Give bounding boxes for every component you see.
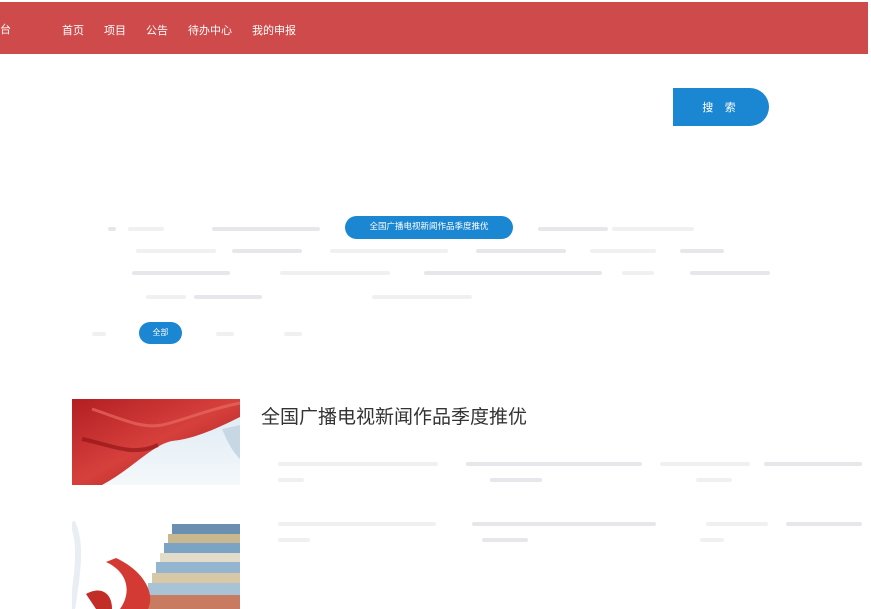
category-item[interactable] bbox=[136, 249, 216, 253]
books-image bbox=[72, 512, 240, 609]
category-item[interactable] bbox=[128, 227, 164, 231]
subcategory-pill-all[interactable]: 全部 bbox=[139, 322, 182, 344]
category-item[interactable] bbox=[622, 271, 654, 275]
category-pill-active[interactable]: 全国广播电视新闻作品季度推优 bbox=[345, 216, 513, 239]
category-item[interactable] bbox=[612, 227, 694, 231]
subcategory-item[interactable] bbox=[92, 332, 106, 336]
nav-item-my-applications[interactable]: 我的申报 bbox=[252, 24, 296, 38]
category-item[interactable] bbox=[232, 249, 302, 253]
subcategory-item[interactable] bbox=[284, 332, 302, 336]
category-item[interactable] bbox=[680, 249, 724, 253]
nav-item-announcements[interactable]: 公告 bbox=[146, 24, 168, 38]
category-item[interactable] bbox=[590, 249, 656, 253]
category-item[interactable] bbox=[538, 227, 608, 231]
top-navbar: 台 首页 项目 公告 待办中心 我的申报 bbox=[0, 2, 868, 54]
category-item[interactable] bbox=[132, 271, 230, 275]
category-item[interactable] bbox=[372, 295, 472, 299]
category-item[interactable] bbox=[690, 271, 770, 275]
category-item[interactable] bbox=[424, 271, 602, 275]
category-item[interactable] bbox=[280, 271, 390, 275]
article-thumbnail[interactable] bbox=[72, 512, 240, 609]
category-item[interactable] bbox=[146, 295, 186, 299]
nav-menu: 首页 项目 公告 待办中心 我的申报 bbox=[62, 24, 316, 38]
article-title[interactable]: 全国广播电视新闻作品季度推优 bbox=[261, 402, 527, 429]
category-item[interactable] bbox=[108, 227, 116, 231]
category-item[interactable] bbox=[212, 227, 320, 231]
article-thumbnail[interactable] bbox=[72, 399, 240, 485]
nav-item-todo-center[interactable]: 待办中心 bbox=[188, 24, 232, 38]
search-button[interactable]: 搜 索 bbox=[673, 88, 769, 126]
subcategory-item[interactable] bbox=[216, 332, 234, 336]
category-item[interactable] bbox=[330, 249, 448, 253]
red-flag-image bbox=[72, 399, 240, 485]
category-item[interactable] bbox=[476, 249, 566, 253]
nav-item-home[interactable]: 首页 bbox=[62, 24, 84, 38]
nav-item-projects[interactable]: 项目 bbox=[104, 24, 126, 38]
category-item[interactable] bbox=[194, 295, 262, 299]
site-logo-fragment: 台 bbox=[0, 23, 11, 36]
